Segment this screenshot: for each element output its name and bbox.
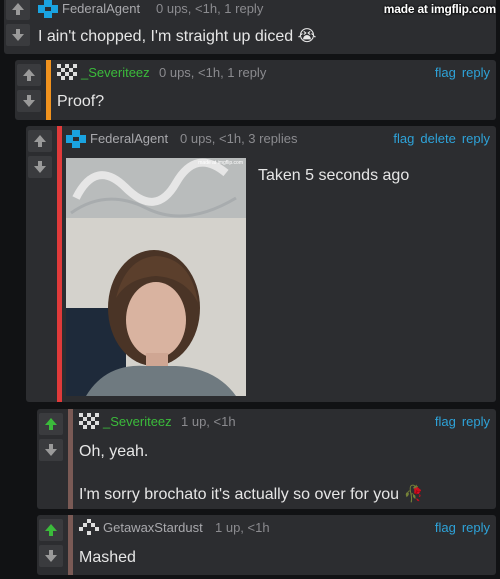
arrow-up-icon (34, 135, 46, 147)
arrow-down-icon (45, 550, 57, 562)
imgflip-watermark: made at imgflip.com (383, 2, 496, 16)
comment-text: Proof? (57, 93, 105, 110)
upvote-button[interactable] (39, 519, 63, 541)
comment-meta: 0 ups, <1h, 3 replies (180, 131, 298, 146)
reply-link[interactable]: reply (462, 414, 490, 429)
arrow-down-icon (45, 444, 57, 456)
comment-meta: 1 up, <1h (181, 414, 236, 429)
reply-link[interactable]: reply (462, 131, 490, 146)
comment-meta: 0 ups, <1h, 1 reply (156, 1, 264, 16)
avatar-icon[interactable] (38, 0, 58, 18)
arrow-up-icon (45, 418, 57, 430)
reply-link[interactable]: reply (462, 65, 490, 80)
downvote-button[interactable] (39, 439, 63, 461)
comment-image[interactable]: made at imgflip.com (66, 158, 246, 396)
username[interactable]: FederalAgent (90, 131, 168, 146)
comment-actions: flag reply (429, 65, 490, 80)
vote-column (26, 126, 54, 178)
username[interactable]: _Severiteez (103, 414, 172, 429)
comment-severiteez-2: _Severiteez 1 up, <1h flag reply Oh, yeah… (37, 409, 496, 509)
avatar-icon[interactable] (79, 519, 99, 537)
comment-body: _Severiteez 0 ups, <1h, 1 reply flag repl… (57, 60, 496, 120)
comment-text: I ain't chopped, I'm straight up diced 😭 (38, 28, 317, 45)
arrow-down-icon (23, 95, 35, 107)
vote-column (37, 515, 65, 567)
arrow-down-icon (34, 161, 46, 173)
comment-text: Oh, yeah. (79, 443, 149, 460)
image-watermark: made at imgflip.com (198, 160, 243, 166)
thread-bar (68, 409, 73, 509)
comment-text: Taken 5 seconds ago (258, 167, 410, 184)
arrow-up-icon (23, 69, 35, 81)
thread-bar (57, 126, 62, 402)
comment-text: Mashed (79, 549, 136, 566)
comment-meta: 0 ups, <1h, 1 reply (159, 65, 267, 80)
comment-actions: flag delete reply (387, 131, 490, 146)
flag-link[interactable]: flag (393, 131, 414, 146)
comment-body: GetawaxStardust 1 up, <1h flag reply Mash… (79, 515, 496, 575)
selfie-photo (66, 158, 246, 396)
comment-header: _Severiteez 0 ups, <1h, 1 reply flag repl… (57, 64, 490, 82)
upvote-button[interactable] (39, 413, 63, 435)
username[interactable]: GetawaxStardust (103, 520, 203, 535)
comment-header: GetawaxStardust 1 up, <1h flag reply (79, 519, 490, 537)
downvote-button[interactable] (28, 156, 52, 178)
downvote-button[interactable] (6, 24, 30, 46)
arrow-down-icon (12, 29, 24, 41)
arrow-up-icon (12, 3, 24, 15)
arrow-up-icon (45, 524, 57, 536)
thread-bar (68, 515, 73, 575)
vote-column (37, 409, 65, 461)
avatar-icon[interactable] (66, 130, 86, 148)
thread-bar (46, 60, 51, 120)
comment-actions: flag reply (429, 520, 490, 535)
flag-link[interactable]: flag (435, 414, 456, 429)
flag-link[interactable]: flag (435, 65, 456, 80)
comment-body: FederalAgent 0 ups, <1h, 3 replies flag d… (66, 126, 496, 402)
delete-link[interactable]: delete (420, 131, 455, 146)
username[interactable]: FederalAgent (62, 1, 140, 16)
comment-header: FederalAgent 0 ups, <1h, 3 replies flag d… (66, 130, 490, 148)
comment-header: _Severiteez 1 up, <1h flag reply (79, 413, 490, 431)
vote-column (4, 0, 32, 46)
vote-column (15, 60, 43, 112)
avatar-icon[interactable] (79, 413, 99, 431)
comment-text-2: I'm sorry brochato it's actually so over… (79, 486, 424, 503)
downvote-button[interactable] (17, 90, 41, 112)
comment-meta: 1 up, <1h (215, 520, 270, 535)
comment-getawaxstardust: GetawaxStardust 1 up, <1h flag reply Mash… (37, 515, 496, 575)
comment-federalagent-2: FederalAgent 0 ups, <1h, 3 replies flag d… (26, 126, 496, 402)
upvote-button[interactable] (17, 64, 41, 86)
comment-actions: flag reply (429, 414, 490, 429)
downvote-button[interactable] (39, 545, 63, 567)
flag-link[interactable]: flag (435, 520, 456, 535)
upvote-button[interactable] (6, 0, 30, 20)
comment-body: _Severiteez 1 up, <1h flag reply Oh, yeah… (79, 409, 496, 509)
avatar-icon[interactable] (57, 64, 77, 82)
username[interactable]: _Severiteez (81, 65, 150, 80)
comment-severiteez-1: _Severiteez 0 ups, <1h, 1 reply flag repl… (15, 60, 496, 120)
upvote-button[interactable] (28, 130, 52, 152)
reply-link[interactable]: reply (462, 520, 490, 535)
